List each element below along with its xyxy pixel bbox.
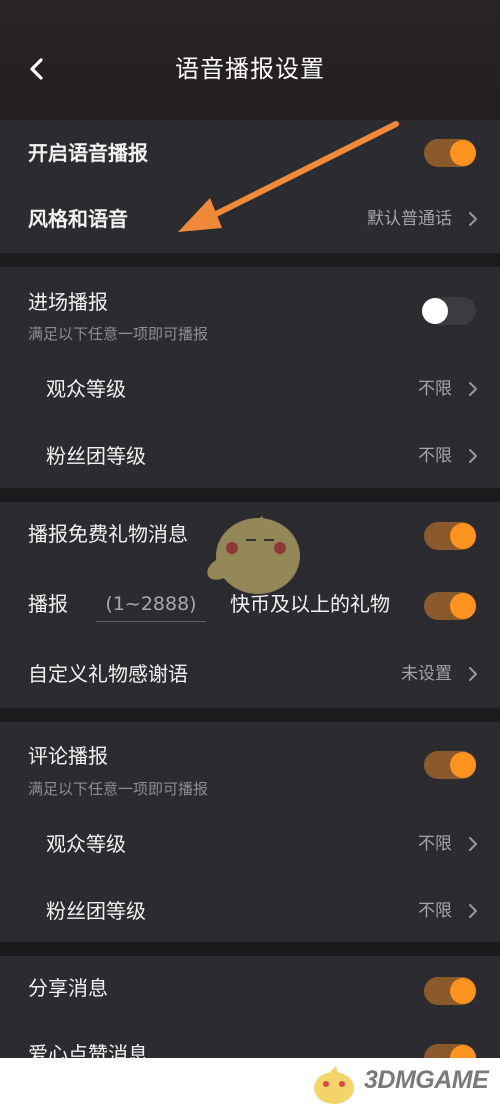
mascot-logo-icon xyxy=(314,1066,354,1104)
comment-broadcast-subtitle: 满足以下任意一项即可播报 xyxy=(28,780,209,798)
comment-broadcast-toggle[interactable] xyxy=(424,751,476,779)
chevron-right-icon xyxy=(469,212,477,226)
toggle-knob xyxy=(450,1045,476,1058)
entry-audience-level-label: 观众等级 xyxy=(46,377,126,401)
entry-audience-level-row[interactable]: 观众等级 不限 xyxy=(0,353,500,420)
free-gift-label: 播报免费礼物消息 xyxy=(28,522,188,546)
like-message-label: 爱心点赞消息 xyxy=(28,1042,148,1058)
style-voice-value: 默认普通话 xyxy=(367,209,452,229)
share-message-label: 分享消息 xyxy=(28,976,108,1000)
free-gift-row: 播报免费礼物消息 xyxy=(0,502,500,570)
toggle-knob xyxy=(450,978,476,1004)
gift-threshold-suffix: 快币及以上的礼物 xyxy=(230,592,390,616)
toggle-knob xyxy=(450,140,476,166)
entry-broadcast-toggle[interactable] xyxy=(422,297,476,325)
chevron-right-icon xyxy=(469,904,477,918)
enable-broadcast-toggle[interactable] xyxy=(424,139,476,167)
chevron-right-icon xyxy=(469,667,477,681)
gift-broadcast-section: 播报免费礼物消息 播报 快币及以上的礼物 自定义礼物感谢语 未设置 xyxy=(0,502,500,708)
comment-audience-level-value: 不限 xyxy=(418,834,452,854)
voice-broadcast-settings-screen: 语音播报设置 开启语音播报 风格和语音 默认普通话 进场播报 满足以下任意一项即… xyxy=(0,0,500,1058)
entry-broadcast-subtitle: 满足以下任意一项即可播报 xyxy=(28,325,209,343)
comment-audience-level-label: 观众等级 xyxy=(46,832,126,856)
toggle-knob xyxy=(450,752,476,778)
share-message-toggle[interactable] xyxy=(424,977,476,1005)
style-voice-row[interactable]: 风格和语音 默认普通话 xyxy=(0,186,500,253)
comment-audience-level-row[interactable]: 观众等级 不限 xyxy=(0,808,500,875)
enable-broadcast-row: 开启语音播报 xyxy=(0,120,500,186)
comment-broadcast-row: 评论播报 满足以下任意一项即可播报 xyxy=(0,722,500,808)
comment-broadcast-section: 评论播报 满足以下任意一项即可播报 观众等级 不限 粉丝团等级 不限 xyxy=(0,722,500,942)
entry-broadcast-label: 进场播报 xyxy=(28,290,108,314)
style-voice-label: 风格和语音 xyxy=(28,207,128,231)
entry-fan-level-value: 不限 xyxy=(418,446,452,466)
header: 语音播报设置 xyxy=(0,0,500,120)
entry-audience-level-value: 不限 xyxy=(418,379,452,399)
free-gift-toggle[interactable] xyxy=(424,522,476,550)
comment-fan-level-label: 粉丝团等级 xyxy=(46,899,146,923)
gift-thanks-label: 自定义礼物感谢语 xyxy=(28,662,188,686)
entry-broadcast-section: 进场播报 满足以下任意一项即可播报 观众等级 不限 粉丝团等级 不限 xyxy=(0,267,500,488)
page-title: 语音播报设置 xyxy=(175,55,325,83)
enable-broadcast-label: 开启语音播报 xyxy=(28,141,148,165)
toggle-knob xyxy=(450,593,476,619)
comment-broadcast-label: 评论播报 xyxy=(28,744,108,768)
entry-fan-level-label: 粉丝团等级 xyxy=(46,444,146,468)
share-message-row: 分享消息 xyxy=(0,956,500,1024)
chevron-right-icon xyxy=(469,382,477,396)
gift-thanks-value: 未设置 xyxy=(401,664,452,684)
toggle-knob xyxy=(450,523,476,549)
broadcast-section: 开启语音播报 风格和语音 默认普通话 xyxy=(0,120,500,253)
gift-threshold-prefix: 播报 xyxy=(28,592,68,616)
entry-broadcast-row: 进场播报 满足以下任意一项即可播报 xyxy=(0,267,500,353)
toggle-knob xyxy=(422,298,448,324)
watermark-text: 3DMGAME xyxy=(364,1066,489,1094)
comment-fan-level-row[interactable]: 粉丝团等级 不限 xyxy=(0,875,500,942)
gift-threshold-input[interactable] xyxy=(96,586,206,622)
gift-threshold-toggle[interactable] xyxy=(424,592,476,620)
comment-fan-level-value: 不限 xyxy=(418,901,452,921)
entry-fan-level-row[interactable]: 粉丝团等级 不限 xyxy=(0,420,500,488)
gift-thanks-row[interactable]: 自定义礼物感谢语 未设置 xyxy=(0,638,500,708)
gift-threshold-row: 播报 快币及以上的礼物 xyxy=(0,570,500,638)
like-message-toggle[interactable] xyxy=(424,1044,476,1058)
chevron-right-icon xyxy=(469,449,477,463)
chevron-right-icon xyxy=(469,837,477,851)
like-message-row: 爱心点赞消息 xyxy=(0,1024,500,1058)
share-like-section: 分享消息 爱心点赞消息 xyxy=(0,956,500,1058)
